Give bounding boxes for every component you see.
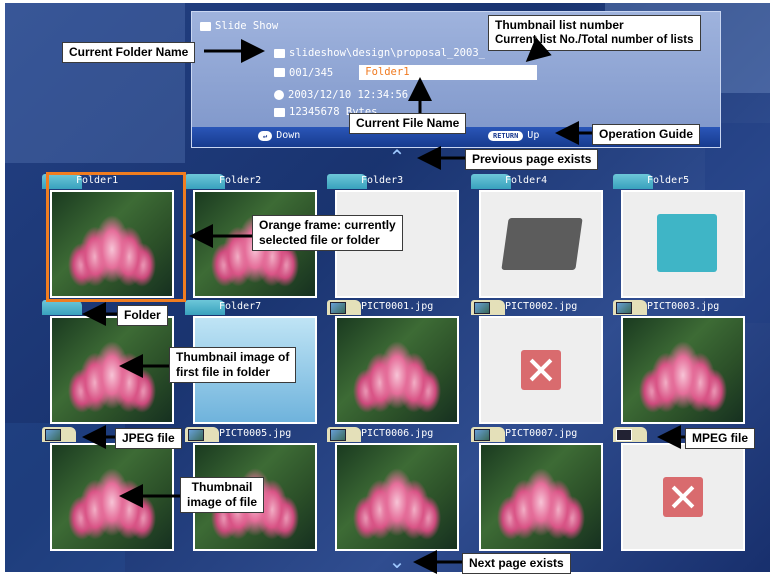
disk-icon: [274, 107, 285, 117]
callout-thumbnail-list-title: Thumbnail list number: [495, 18, 624, 32]
current-file-name: Folder1: [359, 65, 538, 80]
guide-up-label: Up: [527, 130, 540, 141]
slideshow-icon: [200, 21, 211, 31]
tile-label: Folder7: [219, 301, 262, 312]
return-key-pill: RETURN: [488, 130, 524, 141]
tile-thumbnail: [621, 190, 745, 298]
path-row: slideshow\design\proposal_2003_: [274, 47, 485, 59]
lotus-photo: [337, 318, 457, 422]
callout-previous-page: Previous page exists: [465, 149, 599, 170]
callout-current-file-name: Current File Name: [349, 113, 467, 134]
selection-frame: [46, 172, 186, 302]
picture-icon: [45, 429, 61, 441]
thumbnail-tile[interactable]: Folder5: [613, 174, 749, 300]
tile-label: Folder5: [647, 175, 690, 186]
callout-operation-guide: Operation Guide: [592, 124, 701, 145]
tile-label: Folder3: [361, 175, 404, 186]
callout-thumb-first-line1: Thumbnail image of: [176, 350, 290, 364]
picture-icon: [330, 302, 346, 314]
picture-icon: [616, 302, 632, 314]
jpeg-file-icon: [327, 300, 361, 315]
tile-thumbnail: [479, 443, 603, 551]
tile-thumbnail: [621, 316, 745, 424]
datetime-row: 2003/12/10 12:34:56: [274, 89, 408, 101]
callout-thumb-file-line2: image of file: [187, 495, 258, 509]
tile-thumbnail: [621, 443, 745, 551]
mpeg-file-icon: [613, 427, 647, 442]
callout-orange-frame-line2: selected file or folder: [259, 233, 380, 247]
tile-thumbnail: [479, 316, 603, 424]
clock-icon: [274, 90, 284, 100]
thumbnail-tile[interactable]: PICT0003.jpg: [613, 300, 749, 426]
previous-page-arrow-icon[interactable]: ⌃: [384, 148, 410, 168]
picture-icon: [188, 429, 204, 441]
callout-thumb-file: Thumbnail image of file: [180, 477, 265, 513]
jpeg-file-icon: [613, 300, 647, 315]
folder-tab-icon: [42, 300, 82, 315]
folder-path-icon: [274, 48, 285, 58]
lotus-photo: [337, 445, 457, 549]
tile-label: PICT0003.jpg: [647, 301, 720, 312]
open-folder-icon: [501, 218, 583, 270]
jpeg-file-icon: [185, 427, 219, 442]
callout-orange-frame: Orange frame: currently selected file or…: [252, 215, 403, 251]
tile-label: PICT0001.jpg: [361, 301, 434, 312]
callout-next-page: Next page exists: [462, 553, 571, 574]
callout-thumb-first-line2: first file in folder: [176, 365, 271, 379]
broken-image-icon: [663, 477, 703, 517]
file-datetime: 2003/12/10 12:34:56: [288, 89, 409, 101]
jpeg-file-icon: [471, 300, 505, 315]
tile-label: PICT0005.jpg: [219, 428, 292, 439]
callout-thumbnail-list-sub: Current list No./Total number of lists: [495, 34, 694, 46]
callout-current-folder-name: Current Folder Name: [62, 42, 196, 63]
guide-down-label: Down: [276, 130, 301, 141]
film-icon: [616, 429, 632, 441]
tile-label: Folder2: [219, 175, 262, 186]
lotus-photo: [481, 445, 601, 549]
list-number: 001/345: [289, 66, 334, 79]
callout-thumbnail-list-number: Thumbnail list number Current list No./T…: [488, 15, 701, 51]
panel-title-row: Slide Show: [200, 20, 278, 32]
broken-image-icon: [521, 350, 561, 390]
thumbnail-tile[interactable]: PICT0006.jpg: [327, 427, 463, 553]
lotus-photo: [623, 318, 743, 422]
lotus-photo: [52, 445, 172, 549]
slideshow-screen: Slide Show slideshow\design\proposal_200…: [5, 3, 770, 572]
list-icon: [274, 68, 285, 77]
tile-thumbnail: [335, 316, 459, 424]
tile-label: PICT0007.jpg: [505, 428, 578, 439]
thumbnail-tile[interactable]: PICT0001.jpg: [327, 300, 463, 426]
lotus-photo: [52, 318, 172, 422]
callout-folder: Folder: [117, 305, 168, 326]
thumbnail-tile[interactable]: Folder4: [471, 174, 607, 300]
callout-thumb-file-line1: Thumbnail: [191, 480, 253, 494]
jpeg-file-icon: [471, 427, 505, 442]
callout-jpeg-file: JPEG file: [115, 428, 182, 449]
tile-thumbnail: [335, 443, 459, 551]
picture-icon: [330, 429, 346, 441]
thumbnail-tile[interactable]: PICT0007.jpg: [471, 427, 607, 553]
folder-icon: [657, 214, 717, 272]
callout-thumb-first: Thumbnail image of first file in folder: [169, 347, 297, 383]
jpeg-file-icon: [327, 427, 361, 442]
picture-icon: [474, 429, 490, 441]
current-folder-path: slideshow\design\proposal_2003_: [289, 47, 485, 59]
tile-label: PICT0002.jpg: [505, 301, 578, 312]
list-number-row: 001/345 Folder1: [274, 65, 538, 80]
callout-mpeg-file: MPEG file: [685, 428, 756, 449]
jpeg-file-icon: [42, 427, 76, 442]
thumbnail-tile[interactable]: PICT0002.jpg: [471, 300, 607, 426]
callout-orange-frame-line1: Orange frame: currently: [259, 218, 396, 232]
enter-key-icon: ↵: [258, 130, 273, 141]
tile-thumbnail: [50, 316, 174, 424]
tile-thumbnail: [479, 190, 603, 298]
panel-title: Slide Show: [215, 20, 279, 32]
next-page-arrow-icon[interactable]: ⌄: [384, 552, 410, 572]
tile-label: Folder4: [505, 175, 548, 186]
tile-thumbnail: [50, 443, 174, 551]
picture-icon: [474, 302, 490, 314]
tile-label: PICT0006.jpg: [361, 428, 434, 439]
